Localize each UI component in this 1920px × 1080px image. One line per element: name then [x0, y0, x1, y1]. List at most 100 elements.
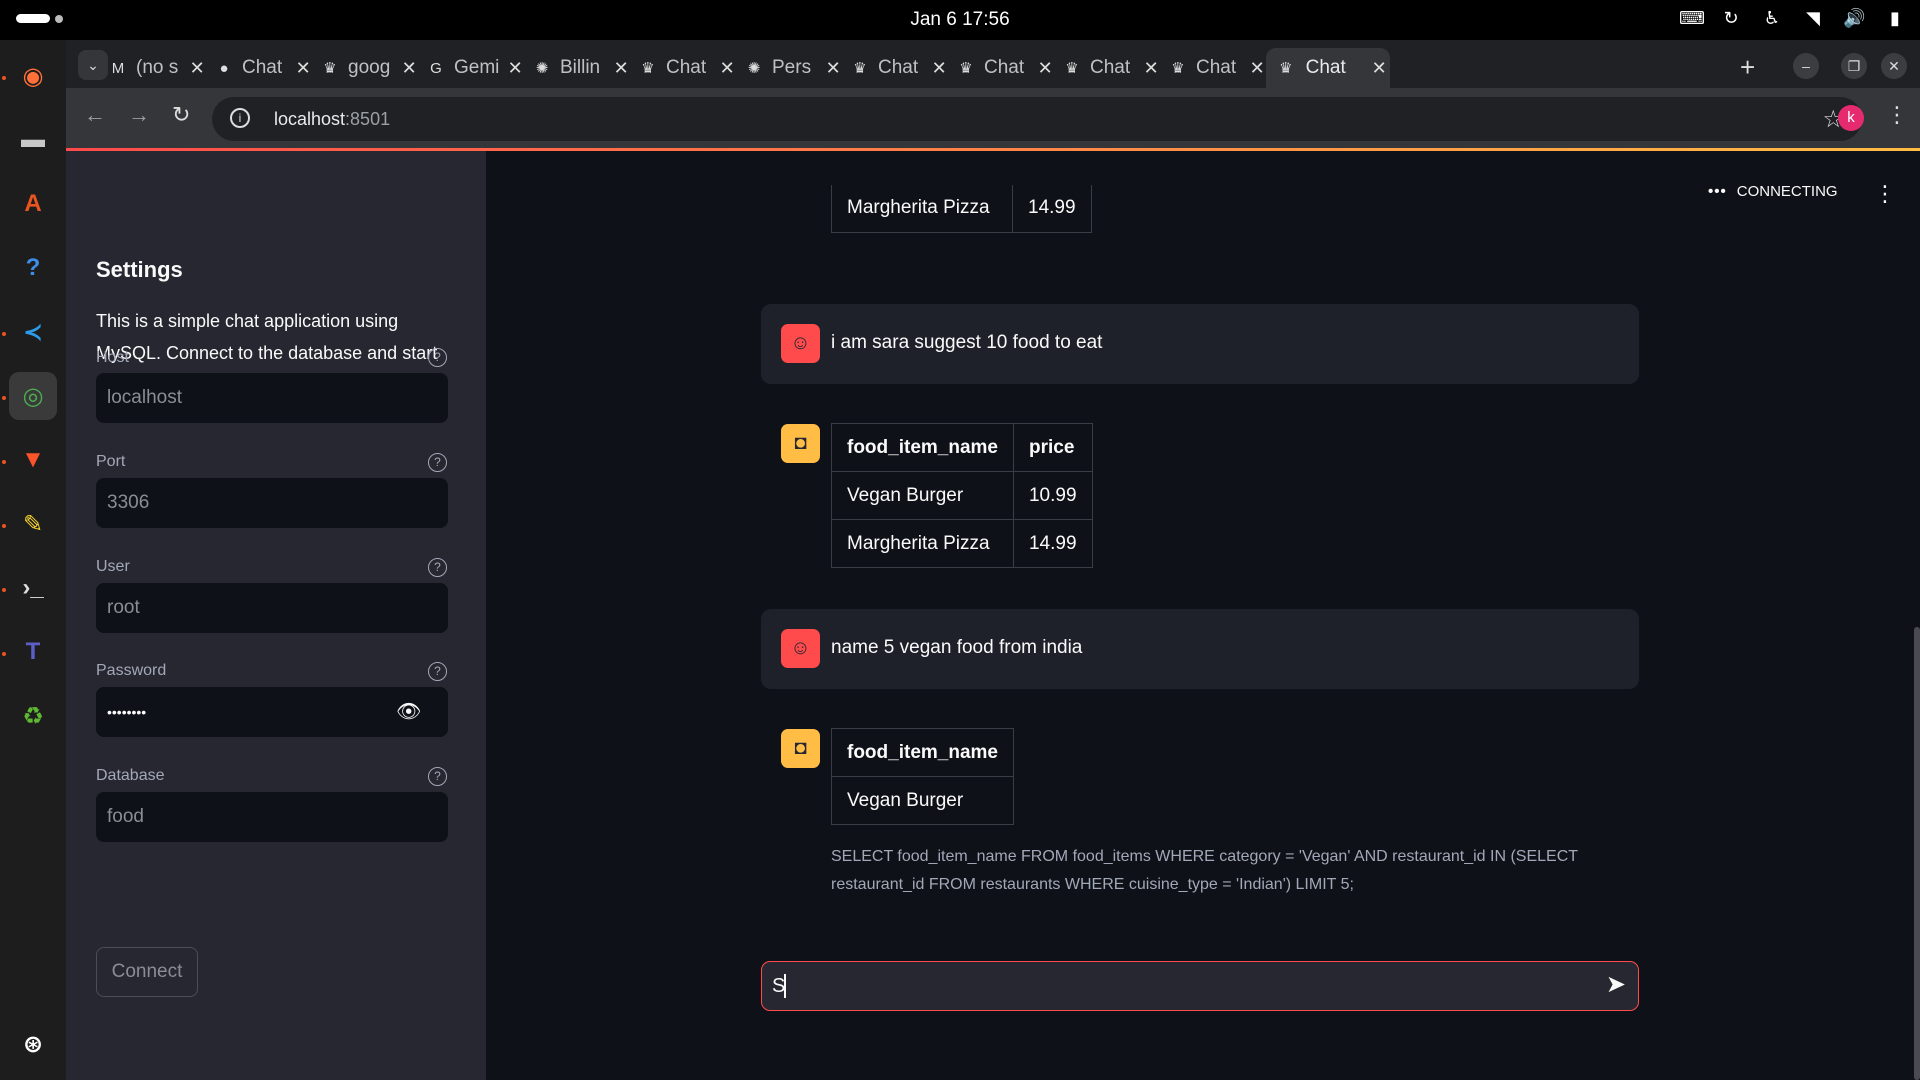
help-circle-icon[interactable]: ?	[428, 662, 447, 681]
send-icon[interactable]: ➤	[1606, 970, 1626, 999]
url-port: :8501	[345, 109, 391, 129]
browser-tab[interactable]: ♛ goog ✕	[312, 48, 418, 88]
browser-tab[interactable]: ✺ Pers ✕	[736, 48, 842, 88]
forward-icon[interactable]: →	[128, 102, 150, 128]
browser-tab[interactable]: G Gemi ✕	[418, 48, 524, 88]
close-tab-icon[interactable]: ✕	[1368, 58, 1390, 79]
close-tab-icon[interactable]: ✕	[506, 58, 524, 79]
table-row: Vegan Burger 10.99	[831, 471, 1093, 520]
close-tab-icon[interactable]: ✕	[718, 58, 736, 79]
close-tab-icon[interactable]: ✕	[930, 58, 948, 79]
brave-icon[interactable]: ▼	[9, 436, 57, 484]
browser-tab[interactable]: ♛ Chat ✕	[630, 48, 736, 88]
help-icon[interactable]: ?	[9, 244, 57, 292]
port-input[interactable]	[96, 478, 448, 528]
tab-label: Chat	[984, 57, 1025, 78]
battery-icon[interactable]: ▮	[1884, 8, 1906, 29]
wifi-icon[interactable]: ◥	[1802, 8, 1824, 29]
browser-tab[interactable]: ✺ Billin ✕	[524, 48, 630, 88]
browser-tab[interactable]: M (no s ✕	[100, 48, 206, 88]
browser-tab[interactable]: ♛ Chat ✕	[1160, 48, 1266, 88]
refresh-indicator-icon[interactable]: ↻	[1720, 8, 1742, 29]
back-icon[interactable]: ←	[84, 102, 106, 128]
volume-icon[interactable]: 🔊	[1843, 8, 1865, 29]
assistant-avatar-icon: ◘	[781, 729, 820, 768]
minimize-icon[interactable]: –	[1793, 53, 1819, 79]
accessibility-icon[interactable]: ♿	[1761, 8, 1783, 29]
browser-tab[interactable]: ♛ Chat ✕	[948, 48, 1054, 88]
clock[interactable]: Jan 6 17:56	[0, 9, 1920, 31]
user-label: User	[96, 558, 130, 575]
vscode-icon[interactable]: ≺	[9, 308, 57, 356]
close-tab-icon[interactable]: ✕	[1036, 58, 1054, 79]
message-text: name 5 vegan food from india	[831, 637, 1083, 658]
trash-icon[interactable]: ♻	[9, 692, 57, 740]
column-header: food_item_name	[831, 423, 1014, 472]
teams-icon[interactable]: T	[9, 628, 57, 676]
text-caret	[784, 974, 786, 998]
close-window-icon[interactable]: ✕	[1881, 53, 1907, 79]
chrome-icon[interactable]: ◎	[9, 372, 57, 420]
browser-tab[interactable]: ♛ Chat ✕	[842, 48, 948, 88]
gmail-icon: M	[111, 59, 125, 77]
restore-icon[interactable]: ❐	[1841, 53, 1867, 79]
table-cell: 10.99	[1012, 471, 1093, 520]
close-tab-icon[interactable]: ✕	[294, 58, 312, 79]
close-tab-icon[interactable]: ✕	[188, 58, 206, 79]
browser-tab[interactable]: ♛ Chat ✕	[1266, 48, 1390, 88]
files-icon[interactable]: ▬	[9, 116, 57, 164]
close-tab-icon[interactable]: ✕	[612, 58, 630, 79]
table-cell: Vegan Burger	[831, 776, 1014, 825]
app-center-icon[interactable]: A	[9, 180, 57, 228]
app-menu-icon[interactable]: ⋮	[1874, 181, 1896, 207]
profile-avatar[interactable]: k	[1838, 105, 1864, 131]
tab-label: (no s	[136, 57, 179, 78]
help-circle-icon[interactable]: ?	[428, 767, 447, 786]
host-input[interactable]	[96, 373, 448, 423]
tab-label: Chat	[1196, 57, 1237, 78]
help-circle-icon[interactable]: ?	[428, 558, 447, 577]
connection-status: ••• CONNECTING	[1708, 183, 1838, 200]
new-tab-icon[interactable]: +	[1740, 52, 1755, 83]
openai-icon: ✺	[535, 60, 549, 77]
close-tab-icon[interactable]: ✕	[1142, 58, 1160, 79]
password-label: Password	[96, 662, 167, 679]
tab-label: goog	[348, 57, 391, 78]
running-indicator	[2, 652, 6, 656]
close-tab-icon[interactable]: ✕	[1248, 58, 1266, 79]
browser-menu-icon[interactable]: ⋮	[1886, 102, 1908, 128]
browser-tab[interactable]: ♛ Chat ✕	[1054, 48, 1160, 88]
close-tab-icon[interactable]: ✕	[824, 58, 842, 79]
database-input[interactable]	[96, 792, 448, 842]
text-editor-icon[interactable]: ✎	[9, 500, 57, 548]
url-text[interactable]: localhost:8501	[274, 109, 390, 130]
connect-button[interactable]: Connect	[96, 947, 198, 997]
browser-tab[interactable]: ● Chat ✕	[206, 48, 312, 88]
help-circle-icon[interactable]: ?	[428, 348, 447, 367]
reload-icon[interactable]: ↻	[172, 102, 190, 128]
database-label: Database	[96, 767, 165, 784]
system-tray[interactable]: ⌨ ↻ ♿ ◥ 🔊 ▮	[1679, 8, 1906, 29]
show-password-eye-icon[interactable]: 👁	[396, 699, 421, 724]
address-bar[interactable]: i localhost:8501 ☆	[212, 97, 1862, 141]
terminal-icon[interactable]: ›_	[9, 564, 57, 612]
chat-input[interactable]: S ➤	[761, 961, 1639, 1011]
streamlit-icon: ♛	[1171, 60, 1185, 77]
settings-sidebar: Settings This is a simple chat applicati…	[66, 151, 486, 1080]
message-text: i am sara suggest 10 food to eat	[831, 332, 1103, 353]
openai-icon: ✺	[747, 60, 761, 77]
tab-label: Chat	[666, 57, 707, 78]
user-input[interactable]	[96, 583, 448, 633]
running-indicator	[2, 332, 6, 336]
running-indicator	[2, 524, 6, 528]
browser-tab-strip: ⌄ M (no s ✕ ● Chat ✕ ♛ goog ✕ G Gemi ✕ ✺ Billin ✕ ♛ Chat…	[66, 40, 1920, 88]
scrollbar[interactable]	[1914, 627, 1920, 1080]
site-info-icon[interactable]: i	[230, 108, 250, 128]
keyboard-layout-icon[interactable]: ⌨	[1679, 8, 1705, 29]
show-apps-icon[interactable]: ⊛	[9, 1020, 57, 1068]
help-circle-icon[interactable]: ?	[428, 453, 447, 472]
running-indicator	[2, 76, 6, 80]
google-icon: G	[430, 59, 442, 77]
close-tab-icon[interactable]: ✕	[400, 58, 418, 79]
firefox-icon[interactable]: ◉	[9, 52, 57, 100]
